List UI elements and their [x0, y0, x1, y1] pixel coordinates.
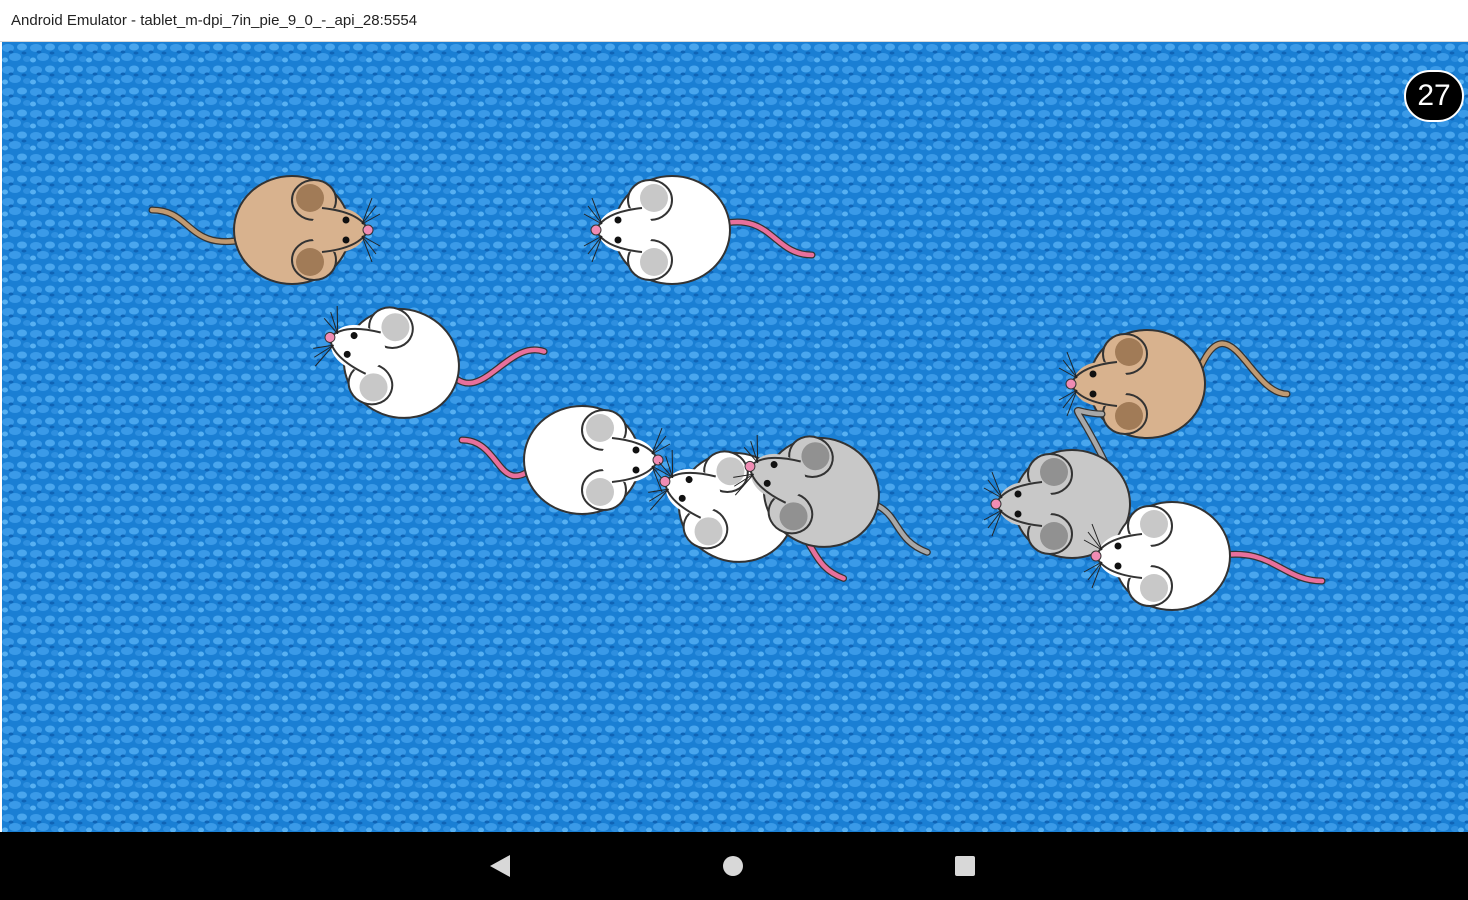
mouse-nose [652, 454, 664, 466]
android-navigation-bar [0, 832, 1468, 900]
mouse-head [600, 438, 656, 482]
carpet-background [2, 42, 1468, 832]
mouse-eye [1014, 510, 1022, 518]
mouse-eye [342, 216, 350, 224]
mouse-eye [632, 466, 640, 474]
mouse-eye [614, 216, 622, 224]
mouse-ear-inner [1115, 338, 1143, 366]
mouse-ear-inner [640, 248, 668, 276]
mouse-eye [614, 236, 622, 244]
recents-square-icon [955, 856, 975, 876]
mouse-eye [342, 236, 350, 244]
home-circle-icon [723, 856, 743, 876]
mouse-head [998, 482, 1054, 526]
mouse-nose [990, 498, 1002, 510]
mouse-ear-inner [586, 414, 614, 442]
mouse-head [310, 208, 366, 252]
mouse-nose [362, 224, 374, 236]
mouse-eye [632, 446, 640, 454]
mouse-head [598, 208, 654, 252]
mouse-ear-inner [1040, 458, 1068, 486]
mouse-ear-inner [1115, 402, 1143, 430]
mouse-eye [1114, 562, 1122, 570]
mouse-ear-inner [1040, 522, 1068, 550]
mouse-eye [1089, 370, 1097, 378]
window-titlebar: Android Emulator - tablet_m-dpi_7in_pie_… [0, 0, 1468, 42]
recents-button[interactable] [945, 846, 985, 886]
back-triangle-icon [490, 855, 510, 877]
mouse-ear-inner [296, 248, 324, 276]
score-badge: 27 [1404, 70, 1464, 122]
mouse-eye [1089, 390, 1097, 398]
mouse-nose [1090, 550, 1102, 562]
mouse-nose [590, 224, 602, 236]
back-button[interactable] [480, 846, 520, 886]
mouse-head [1098, 534, 1154, 578]
mouse-head [1073, 362, 1129, 406]
home-button[interactable] [713, 846, 753, 886]
mouse-ear-inner [1140, 510, 1168, 538]
mouse-eye [1114, 542, 1122, 550]
mouse-ear-inner [640, 184, 668, 212]
game-area[interactable]: 27 [2, 42, 1468, 832]
mouse-ear-inner [586, 478, 614, 506]
mouse-ear-inner [296, 184, 324, 212]
window-title: Android Emulator - tablet_m-dpi_7in_pie_… [11, 12, 418, 29]
mouse-nose [1065, 378, 1077, 390]
mouse-eye [1014, 490, 1022, 498]
mouse-ear-inner [1140, 574, 1168, 602]
